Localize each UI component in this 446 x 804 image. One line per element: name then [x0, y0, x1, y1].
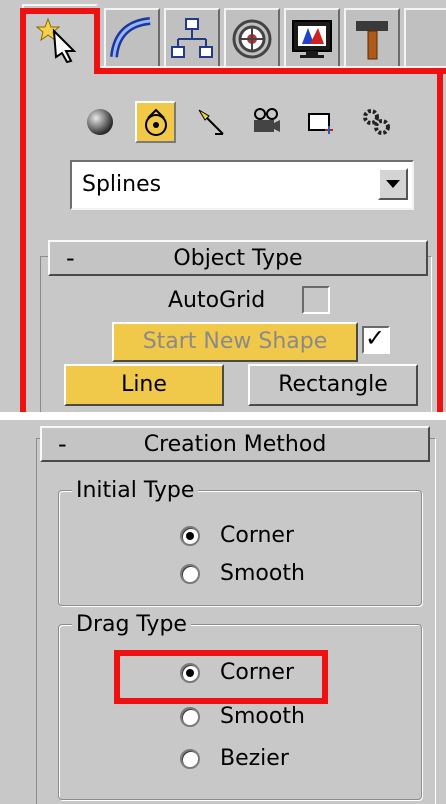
tab-motion[interactable]: [224, 8, 280, 68]
autogrid-label: AutoGrid: [168, 288, 266, 313]
tab-modify[interactable]: [104, 8, 160, 68]
start-new-shape-checkbox[interactable]: ✓: [362, 324, 390, 354]
display-monitor-icon: [292, 20, 332, 58]
motion-wheel-icon: [232, 19, 272, 59]
creation-method-rollout-header[interactable]: - Creation Method: [40, 426, 430, 462]
command-panel-create: Splines - Object Type AutoGrid Start New…: [0, 0, 446, 412]
radio-button-checked[interactable]: [180, 663, 200, 683]
category-helpers-button[interactable]: [300, 101, 341, 143]
drag-type-corner-radio[interactable]: Corner: [180, 660, 294, 686]
line-button-label: Line: [121, 372, 167, 397]
command-panel-tabs: [0, 0, 446, 72]
dropdown-value: Splines: [82, 172, 162, 197]
hierarchy-icon: [171, 18, 213, 58]
radio-label: Corner: [220, 523, 295, 548]
radio-label: Bezier: [220, 746, 289, 771]
object-type-rollout-header[interactable]: - Object Type: [48, 240, 428, 276]
highlight-panel-right: [437, 68, 443, 412]
dropdown-arrow-button[interactable]: [378, 168, 408, 200]
start-new-shape-label: Start New Shape: [142, 329, 328, 354]
shapes-icon: [144, 108, 167, 136]
create-arrow-star-icon: [36, 17, 77, 63]
start-new-shape-button[interactable]: Start New Shape: [112, 322, 358, 362]
lights-icon: [198, 109, 224, 135]
radio-button[interactable]: [180, 749, 200, 769]
tab-create[interactable]: [22, 4, 98, 72]
creation-method-panel: - Creation Method Initial Type Corner Sm…: [0, 420, 446, 804]
line-button[interactable]: Line: [64, 364, 224, 406]
chevron-down-icon: [386, 180, 400, 188]
rectangle-button[interactable]: Rectangle: [248, 364, 418, 406]
initial-type-corner-radio[interactable]: Corner: [180, 523, 294, 549]
category-dropdown[interactable]: Splines: [70, 160, 414, 210]
drag-type-smooth-radio[interactable]: Smooth: [180, 704, 305, 730]
autogrid-checkbox[interactable]: [302, 286, 330, 314]
creation-method-title: Creation Method: [143, 432, 327, 457]
category-toolbar: [80, 96, 410, 148]
checkmark-icon: ✓: [365, 324, 386, 352]
modify-curve-icon: [110, 17, 151, 58]
systems-gears-icon: [362, 109, 390, 135]
drag-type-bezier-radio[interactable]: Bezier: [180, 746, 289, 772]
radio-button-checked[interactable]: [180, 526, 200, 546]
radio-label: Smooth: [220, 704, 305, 729]
initial-type-title: Initial Type: [72, 478, 199, 504]
tab-hierarchy[interactable]: [164, 8, 220, 68]
radio-button[interactable]: [180, 564, 200, 584]
category-systems-button[interactable]: [355, 101, 396, 143]
category-geometry-button[interactable]: [80, 101, 121, 143]
radio-label: Corner: [220, 660, 295, 685]
geometry-sphere-icon: [87, 109, 114, 135]
tab-utilities[interactable]: [344, 8, 400, 68]
helpers-icon: [307, 113, 333, 134]
rectangle-button-label: Rectangle: [278, 372, 388, 397]
tab-display[interactable]: [284, 8, 340, 68]
highlight-panel-left: [20, 68, 26, 412]
drag-type-title: Drag Type: [72, 612, 191, 638]
utilities-hammer-icon: [356, 21, 388, 60]
object-type-title: Object Type: [173, 246, 303, 271]
cameras-icon: [253, 108, 280, 132]
tab-more[interactable]: [404, 8, 446, 68]
radio-button[interactable]: [180, 707, 200, 727]
initial-type-smooth-radio[interactable]: Smooth: [180, 561, 305, 587]
category-cameras-button[interactable]: [245, 101, 286, 143]
radio-label: Smooth: [220, 561, 305, 586]
tab-strip-shadow: [100, 68, 446, 69]
category-shapes-button[interactable]: [134, 101, 177, 143]
category-lights-button[interactable]: [190, 101, 231, 143]
